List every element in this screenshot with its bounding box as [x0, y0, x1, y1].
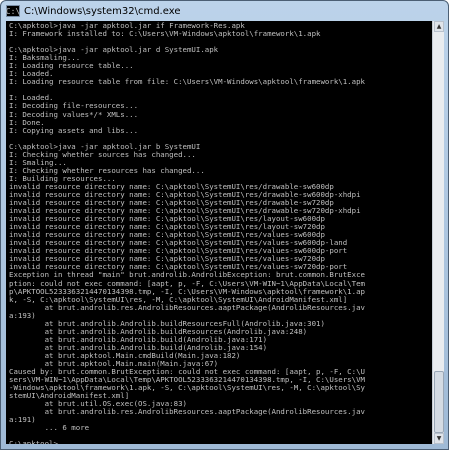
console-line: ... 6 more	[9, 424, 90, 433]
console-line: invalid resource directory name: C:\apkt…	[9, 239, 348, 248]
console-line: ption: could not exec command: [aapt, p,…	[9, 279, 365, 288]
console-line: I: Done.	[9, 118, 45, 127]
console-line: invalid resource directory name: C:\apkt…	[9, 199, 334, 208]
console-line: I: Baksmaling...	[9, 54, 81, 63]
console-line: at brut.androlib.res.AndrolibResources.a…	[9, 303, 365, 312]
console-line: p\APKTOOL5233363214470134398.tmp, -I, C:…	[9, 287, 365, 296]
console-line: invalid resource directory name: C:\apkt…	[9, 190, 361, 199]
console-line: C:\apktool>java -jar apktool.jar if Fram…	[9, 22, 245, 30]
console-line: I: Loading resource table from file: C:\…	[9, 78, 365, 87]
console-line: invalid resource directory name: C:\apkt…	[9, 247, 348, 256]
console-line: I: Building resources...	[9, 174, 116, 183]
console-line: at brut.apktool.Main.cmdBuild(Main.java:…	[9, 351, 241, 360]
vertical-scrollbar[interactable]: ▲ ▼	[432, 21, 444, 444]
window-title: C:\Windows\system32\cmd.exe	[24, 5, 181, 17]
title-bar[interactable]: C:\ C:\Windows\system32\cmd.exe	[1, 1, 448, 21]
console-line: invalid resource directory name: C:\apkt…	[9, 255, 325, 264]
console-line: at brut.androlib.Androlib.buildResources…	[9, 319, 325, 328]
console-line: at brut.androlib.Androlib.build(Androlib…	[9, 343, 268, 352]
arrow-up-icon[interactable]: ▲	[434, 21, 444, 32]
console-line: I: Loaded.	[9, 70, 54, 79]
console-line: invalid resource directory name: C:\apkt…	[9, 263, 348, 272]
console-line: I: Smaling...	[9, 158, 67, 167]
console-line: I: Checking whether resources has change…	[9, 166, 205, 175]
console-line: C:\apktool>java -jar apktool.jar b Syste…	[9, 142, 201, 151]
console-line: I: Copying assets and libs...	[9, 126, 139, 135]
console-line: -Windows\apktool\framework\1.apk, -S, C:…	[9, 384, 365, 393]
console-line: I: Decoding file-resources...	[9, 102, 139, 111]
console-line: I: Framework installed to: C:\Users\VM-W…	[9, 30, 321, 39]
cmd-window: C:\ C:\Windows\system32\cmd.exe C:\apkto…	[0, 0, 449, 450]
console-line: sers\VM-WIN~1\AppData\Local\Temp\APKTOOL…	[9, 376, 365, 385]
console-line: a:193)	[9, 311, 36, 320]
scrollbar-thumb[interactable]	[434, 371, 444, 433]
console-line: invalid resource directory name: C:\apkt…	[9, 207, 361, 216]
console-line: invalid resource directory name: C:\apkt…	[9, 223, 325, 232]
arrow-down-icon[interactable]: ▼	[434, 433, 444, 444]
console-line: invalid resource directory name: C:\apkt…	[9, 231, 325, 240]
console-line: I: Loading resource table...	[9, 62, 134, 71]
console-line: at brut.androlib.Androlib.buildResources…	[9, 327, 308, 336]
console-line: Caused by: brut.common.BrutException: co…	[9, 368, 365, 377]
console-line: C:\apktool>java -jar apktool.jar d Syste…	[9, 46, 219, 55]
console-line: at brut.androlib.res.AndrolibResources.a…	[9, 408, 365, 417]
cmd-icon[interactable]: C:\	[6, 5, 20, 17]
console-line: at brut.apktool.Main.main(Main.java:67)	[9, 359, 219, 368]
console-line: I: Checking whether sources has changed.…	[9, 150, 196, 159]
console-line: at brut.androlib.Androlib.build(Androlib…	[9, 335, 268, 344]
console-line: invalid resource directory name: C:\apkt…	[9, 215, 325, 224]
console-line: a:191)	[9, 416, 36, 425]
console-line: I: Decoding values*/* XMLs...	[9, 110, 139, 119]
console-line: k, -S, C:\apktool\SystemUI\res, -M, C:\a…	[9, 295, 348, 304]
console-line: invalid resource directory name: C:\apkt…	[9, 182, 334, 191]
console-line: C:\apktool>	[9, 440, 432, 444]
console-line: at brut.util.OS.exec(OS.java:83)	[9, 400, 187, 409]
console-line: I: Loaded.	[9, 94, 54, 103]
console-line: Exception in thread "main" brut.androlib…	[9, 271, 365, 280]
console-output[interactable]: C:\apktool>java -jar apktool.jar if Fram…	[6, 21, 432, 444]
console-line: stemUI\AndroidManifest.xml]	[9, 392, 130, 401]
console-lines: C:\apktool>java -jar apktool.jar if Fram…	[6, 21, 432, 444]
